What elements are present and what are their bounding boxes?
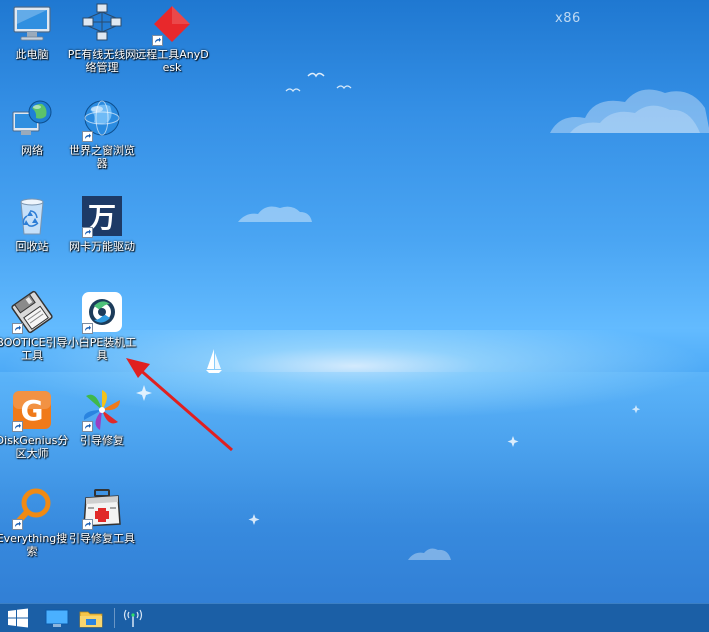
shortcut-arrow-icon [82, 131, 93, 142]
network-topology-icon [82, 3, 122, 41]
taskbar-explorer-button[interactable] [76, 606, 106, 630]
network-globe-icon [12, 100, 52, 135]
wireless-tray-icon [123, 609, 143, 627]
shortcut-arrow-icon [82, 519, 93, 530]
taskbar-separator [114, 608, 115, 628]
taskbar [0, 603, 709, 632]
tray-wireless-button[interactable] [118, 606, 148, 630]
shortcut-arrow-icon [152, 35, 163, 46]
desktop[interactable]: x86 此电脑 网络 回收站 BOOTICE引导工具 G DiskGenius分… [0, 0, 709, 632]
cloud-small [238, 206, 312, 222]
sailboat [206, 349, 222, 373]
shortcut-arrow-icon [82, 227, 93, 238]
cloud-large [550, 89, 709, 133]
shortcut-arrow-icon [82, 421, 93, 432]
desktop-icon-browser[interactable]: 世界之窗浏览器 [62, 98, 142, 170]
desktop-icon-label: 远程工具AnyDesk [135, 48, 209, 74]
shortcut-arrow-icon [82, 323, 93, 334]
desktop-icon-boot-repair[interactable]: 引导修复 [62, 388, 142, 447]
desktop-icon-wan-driver[interactable]: 万 网卡万能驱动 [62, 194, 142, 253]
recycle-bin-icon [20, 198, 44, 235]
diskgenius-glyph: G [21, 394, 44, 427]
desktop-icon-pe-network[interactable]: PE有线无线网络管理 [62, 2, 142, 74]
cloud-low [408, 548, 451, 560]
shortcut-arrow-icon [12, 323, 23, 334]
shortcut-arrow-icon [12, 421, 23, 432]
architecture-watermark: x86 [555, 11, 581, 26]
desktop-icon-label: 世界之窗浏览器 [69, 144, 135, 170]
desktop-icon-label: 引导修复工具 [69, 532, 135, 545]
birds [285, 72, 352, 93]
desktop-icon-boot-repair-tool[interactable]: 引导修复工具 [62, 486, 142, 545]
windows-start-icon [8, 608, 28, 628]
desktop-monitor-icon [45, 609, 69, 627]
taskbar-desktop-button[interactable] [42, 606, 72, 630]
desktop-icon-anydesk[interactable]: 远程工具AnyDesk [132, 2, 212, 74]
desktop-icon-xiaobai[interactable]: 小白PE装机工具 [62, 290, 142, 362]
desktop-icon-label: 小白PE装机工具 [67, 336, 137, 362]
computer-icon [13, 6, 51, 41]
file-explorer-icon [79, 611, 103, 628]
start-button[interactable] [3, 606, 33, 630]
desktop-icon-label: PE有线无线网络管理 [67, 48, 137, 74]
shortcut-arrow-icon [12, 519, 23, 530]
desktop-icon-label: 引导修复 [80, 434, 124, 447]
desktop-icon-label: 网卡万能驱动 [69, 240, 135, 253]
